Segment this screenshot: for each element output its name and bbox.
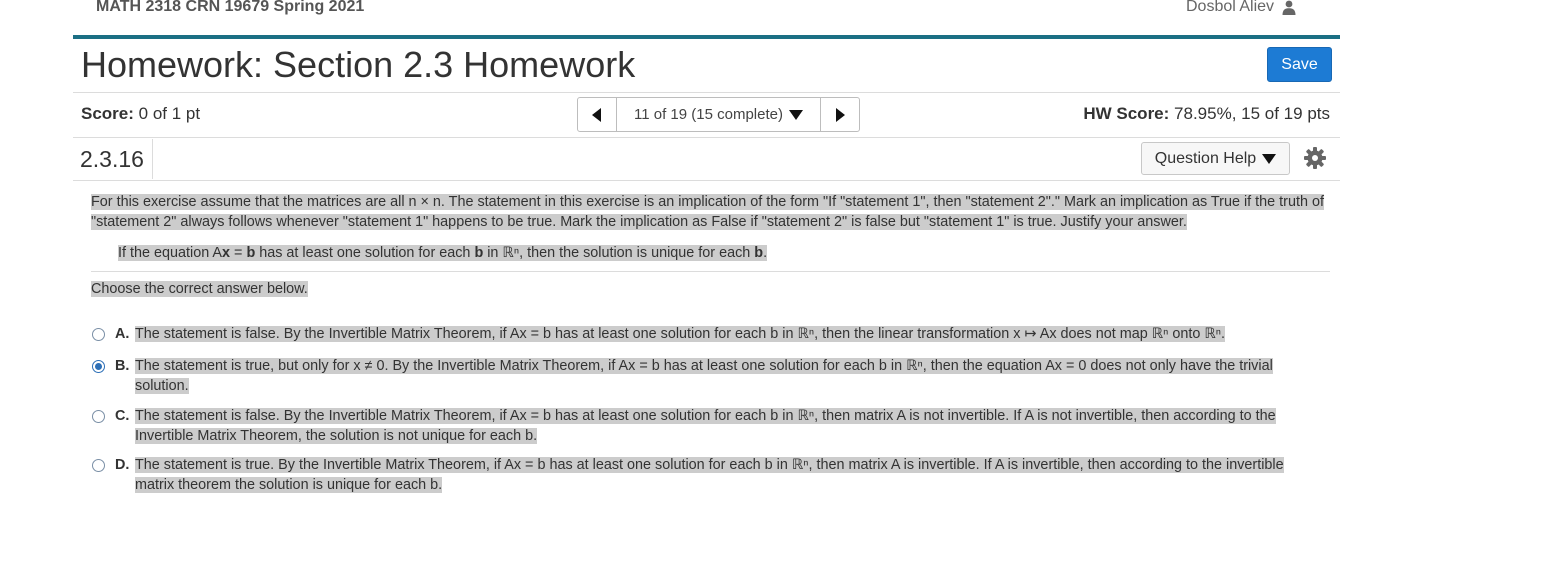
question-instructions: For this exercise assume that the matric… [91,193,1331,232]
question-statement: If the equation Ax = b has at least one … [118,245,768,261]
radio-button-c[interactable] [92,410,105,423]
user-name: Dosbol Aliev [1186,0,1275,15]
option-text-content: The statement is true, but only for x ≠ … [135,358,1273,394]
hw-score: HW Score: 78.95%, 15 of 19 pts [1083,104,1330,124]
vector-b: b [754,245,764,261]
divider [73,180,1340,181]
radio-button-b[interactable] [92,360,105,373]
question-position-dropdown[interactable]: 11 of 19 (15 complete) [617,98,820,131]
course-title: MATH 2318 CRN 19679 Spring 2021 [96,0,365,15]
option-letter: A. [115,326,130,342]
header-accent-rule [73,35,1340,39]
question-navigator: 11 of 19 (15 complete) [577,97,860,132]
question-instructions-text: For this exercise assume that the matric… [91,194,1324,230]
option-letter: C. [115,408,130,424]
user-icon [1282,0,1296,15]
score-value: 0 of 1 pt [138,104,201,123]
user-menu[interactable]: Dosbol Aliev [1186,0,1296,16]
option-text: The statement is true, but only for x ≠ … [135,357,1315,396]
divider [73,137,1340,138]
vector-b: b [246,245,256,261]
radio-button-d[interactable] [92,459,105,472]
question-position: 11 of 19 (15 complete) [634,106,783,123]
question-number: 2.3.16 [73,139,153,179]
hw-score-value: 78.95%, 15 of 19 pts [1174,104,1330,123]
caret-down-icon [788,109,803,120]
gear-icon[interactable] [1303,146,1327,170]
score-label: Score: [81,104,134,123]
question-help-button[interactable]: Question Help [1141,142,1290,175]
divider [91,271,1330,272]
page-title: Homework: Section 2.3 Homework [81,44,636,85]
vector-x: x [222,245,231,261]
statement-equals: = [230,245,247,261]
vector-b: b [474,245,484,261]
radio-button-a[interactable] [92,328,105,341]
next-question-button[interactable] [820,98,859,131]
score: Score: 0 of 1 pt [81,104,200,124]
triangle-left-icon [592,107,601,122]
statement-part: has at least one solution for each [255,245,475,261]
answer-option-b[interactable]: B. The statement is true, but only for x… [92,358,1315,396]
option-text-content: The statement is true. By the Invertible… [135,457,1284,493]
answer-option-d[interactable]: D. The statement is true. By the Inverti… [92,457,1315,495]
question-help-label: Question Help [1154,149,1257,167]
option-text: The statement is true. By the Invertible… [135,456,1315,495]
statement-part: in ℝⁿ, then the solution is unique for e… [483,245,755,261]
option-text: The statement is false. By the Invertibl… [135,407,1315,446]
statement-part: If the equation A [118,245,223,261]
caret-down-icon [1262,153,1277,164]
divider [73,92,1340,93]
option-letter: D. [115,457,130,473]
answer-option-a[interactable]: A. The statement is false. By the Invert… [92,326,1315,345]
choose-prompt-text: Choose the correct answer below. [91,281,308,297]
answer-option-c[interactable]: C. The statement is false. By the Invert… [92,408,1315,446]
save-button[interactable]: Save [1267,47,1332,82]
choose-prompt: Choose the correct answer below. [91,281,308,297]
option-text: The statement is false. By the Invertibl… [135,325,1315,345]
option-letter: B. [115,358,130,374]
statement-end: . [763,245,768,261]
option-text-content: The statement is false. By the Invertibl… [135,408,1276,444]
triangle-right-icon [836,107,845,122]
option-text-content: The statement is false. By the Invertibl… [135,326,1226,342]
previous-question-button[interactable] [578,98,617,131]
hw-score-label: HW Score: [1083,104,1170,123]
